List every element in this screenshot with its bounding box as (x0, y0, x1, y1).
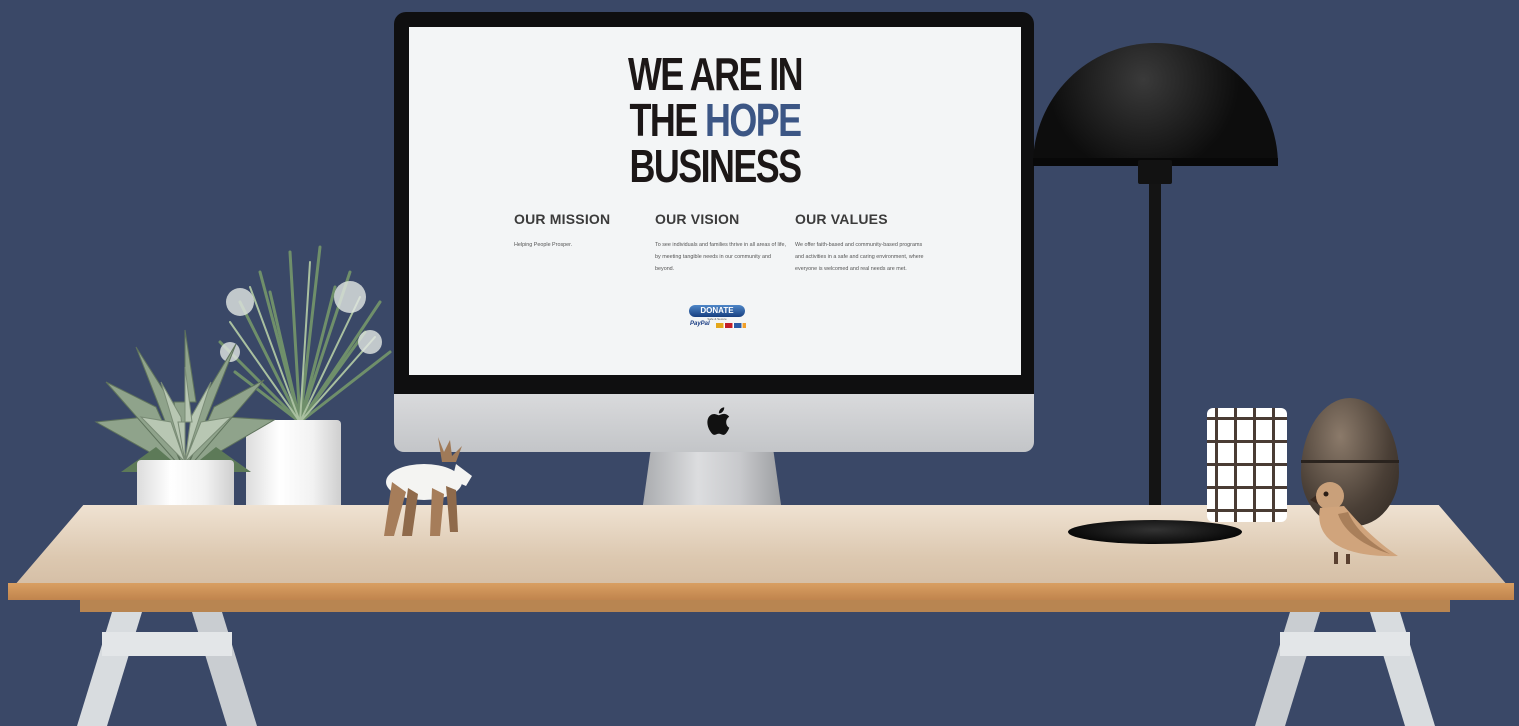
desk-edge (8, 583, 1514, 600)
values-section: OUR VALUES We offer faith-based and comm… (795, 211, 927, 275)
wooden-bird-figurine (1310, 482, 1398, 564)
monitor-screen: WE ARE IN THE HOPE BUSINESS OUR MISSION … (409, 27, 1021, 375)
wooden-egg-seam (1301, 460, 1399, 463)
moose-figurine (384, 437, 472, 536)
headline-accent-word: HOPE (705, 94, 802, 146)
headline-line-2-prefix: THE (629, 94, 706, 146)
lamp-base (1068, 520, 1242, 544)
monitor-stand (642, 452, 782, 512)
desk-leg-left (77, 612, 257, 726)
desk-scene: WE ARE IN THE HOPE BUSINESS OUR MISSION … (0, 0, 1519, 726)
lamp-pole (1149, 182, 1161, 528)
desk-leg-right (1255, 612, 1435, 726)
desk-top (8, 505, 1514, 593)
values-text: We offer faith-based and community-based… (795, 242, 924, 272)
vision-section: OUR VISION To see individuals and famili… (655, 211, 787, 275)
lamp-shade (1033, 43, 1278, 165)
lamp-neck (1138, 160, 1172, 184)
vision-title: OUR VISION (655, 211, 740, 227)
donate-button[interactable]: DONATE (689, 305, 745, 317)
values-title: OUR VALUES (795, 211, 888, 227)
vision-text: To see individuals and families thrive i… (655, 242, 786, 272)
mission-title: OUR MISSION (514, 211, 611, 227)
headline-line-1: WE ARE IN (627, 48, 804, 100)
headline-line-3: BUSINESS (629, 140, 803, 192)
headline-line-2: THE HOPE (476, 97, 953, 143)
desk-underside (80, 600, 1450, 612)
apple-icon (707, 407, 730, 435)
mission-section: OUR MISSION Helping People Prosper. (514, 211, 646, 251)
payment-cards-icon (716, 323, 746, 328)
paypal-logo: PayPal (690, 321, 710, 327)
patterned-vase (1207, 408, 1287, 522)
plant-succulent (94, 329, 276, 473)
mission-text: Helping People Prosper. (514, 242, 573, 248)
